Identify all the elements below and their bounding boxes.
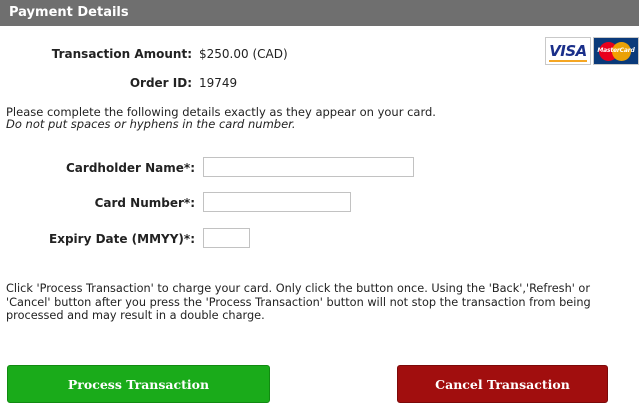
page-title: Payment Details: [9, 5, 129, 20]
cancel-transaction-button[interactable]: Cancel Transaction: [397, 365, 608, 403]
mastercard-logo-icon: MasterCard: [593, 37, 639, 65]
expiry-date-label: Expiry Date (MMYY)*:: [49, 232, 195, 246]
process-transaction-button[interactable]: Process Transaction: [7, 365, 270, 403]
page-header: Payment Details: [0, 0, 639, 26]
instructions: Please complete the following details ex…: [6, 106, 436, 130]
cardholder-name-input[interactable]: [203, 157, 414, 177]
visa-logo-icon: VISA: [545, 37, 591, 65]
transaction-amount-label: Transaction Amount:: [51, 47, 192, 61]
charge-warning: Click 'Process Transaction' to charge yo…: [6, 282, 591, 322]
order-id-label: Order ID:: [129, 76, 192, 90]
card-number-label: Card Number*:: [94, 196, 195, 210]
transaction-amount-value: $250.00 (CAD): [199, 47, 288, 61]
card-number-input[interactable]: [203, 192, 351, 212]
expiry-date-input[interactable]: [203, 228, 250, 248]
instructions-note: Do not put spaces or hyphens in the card…: [6, 117, 296, 131]
cardholder-name-label: Cardholder Name*:: [66, 161, 195, 175]
accepted-cards: VISA MasterCard: [545, 37, 639, 67]
order-id-value: 19749: [199, 76, 238, 90]
